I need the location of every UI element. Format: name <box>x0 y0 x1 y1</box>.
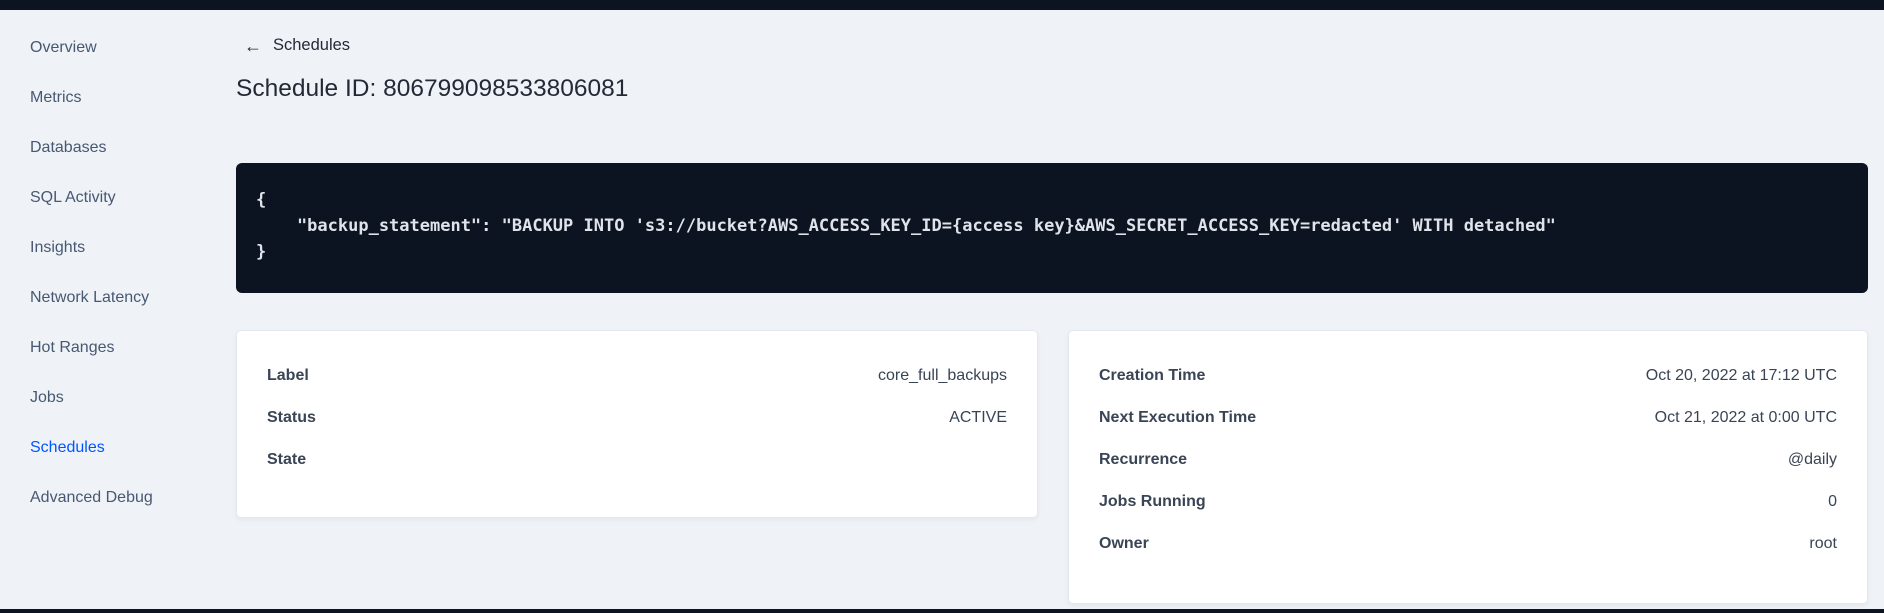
sidebar-item-overview[interactable]: Overview <box>0 23 220 73</box>
summary-row: Jobs Running 0 <box>1069 481 1867 523</box>
row-value: ACTIVE <box>949 409 1007 426</box>
row-label: Creation Time <box>1099 367 1206 384</box>
sidebar-item-schedules[interactable]: Schedules <box>0 423 220 473</box>
row-label: Next Execution Time <box>1099 409 1257 426</box>
sidebar-item-network-latency[interactable]: Network Latency <box>0 273 220 323</box>
summary-row: Status ACTIVE <box>237 397 1037 439</box>
sidebar-item-metrics[interactable]: Metrics <box>0 73 220 123</box>
summary-row: State <box>237 439 1037 481</box>
code-text: { "backup_statement": "BACKUP INTO 's3:/… <box>256 190 1556 262</box>
summary-row: Recurrence @daily <box>1069 439 1867 481</box>
summary-row: Creation Time Oct 20, 2022 at 17:12 UTC <box>1069 355 1867 397</box>
back-link-label: Schedules <box>273 36 351 54</box>
row-value: Oct 21, 2022 at 0:00 UTC <box>1654 409 1837 426</box>
row-value: core_full_backups <box>878 367 1007 384</box>
window-bottom-bar <box>0 609 1884 613</box>
summary-row: Label core_full_backups <box>237 355 1037 397</box>
row-label: State <box>267 451 307 468</box>
row-label: Status <box>267 409 316 426</box>
summary-row: Owner root <box>1069 523 1867 565</box>
row-value: @daily <box>1787 451 1837 468</box>
sidebar-item-sql-activity[interactable]: SQL Activity <box>0 173 220 223</box>
sidebar-item-insights[interactable]: Insights <box>0 223 220 273</box>
row-value: root <box>1809 535 1837 552</box>
back-to-schedules-link[interactable]: ← Schedules <box>244 36 350 55</box>
schedule-timing-card: Creation Time Oct 20, 2022 at 17:12 UTC Ne… <box>1068 330 1868 604</box>
summary-row: Next Execution Time Oct 21, 2022 at 0:00 … <box>1069 397 1867 439</box>
row-label: Owner <box>1099 535 1149 552</box>
sidebar-item-databases[interactable]: Databases <box>0 123 220 173</box>
sidebar-nav: Overview Metrics Databases SQL Activity Insi… <box>0 10 220 609</box>
sidebar-item-hot-ranges[interactable]: Hot Ranges <box>0 323 220 373</box>
row-label: Jobs Running <box>1099 493 1206 510</box>
page-title: Schedule ID: 806799098533806081 <box>236 75 629 102</box>
schedule-definition-code-block: { "backup_statement": "BACKUP INTO 's3:/… <box>236 163 1868 293</box>
schedule-details-card: Label core_full_backups Status ACTIVE State <box>236 330 1038 518</box>
back-arrow-icon: ← <box>244 35 262 56</box>
row-value: Oct 20, 2022 at 17:12 UTC <box>1645 367 1837 384</box>
window-top-bar <box>0 0 1884 10</box>
row-value: 0 <box>1828 493 1837 510</box>
row-label: Recurrence <box>1099 451 1188 468</box>
row-label: Label <box>267 367 309 384</box>
sidebar-item-advanced-debug[interactable]: Advanced Debug <box>0 473 220 523</box>
sidebar-item-jobs[interactable]: Jobs <box>0 373 220 423</box>
